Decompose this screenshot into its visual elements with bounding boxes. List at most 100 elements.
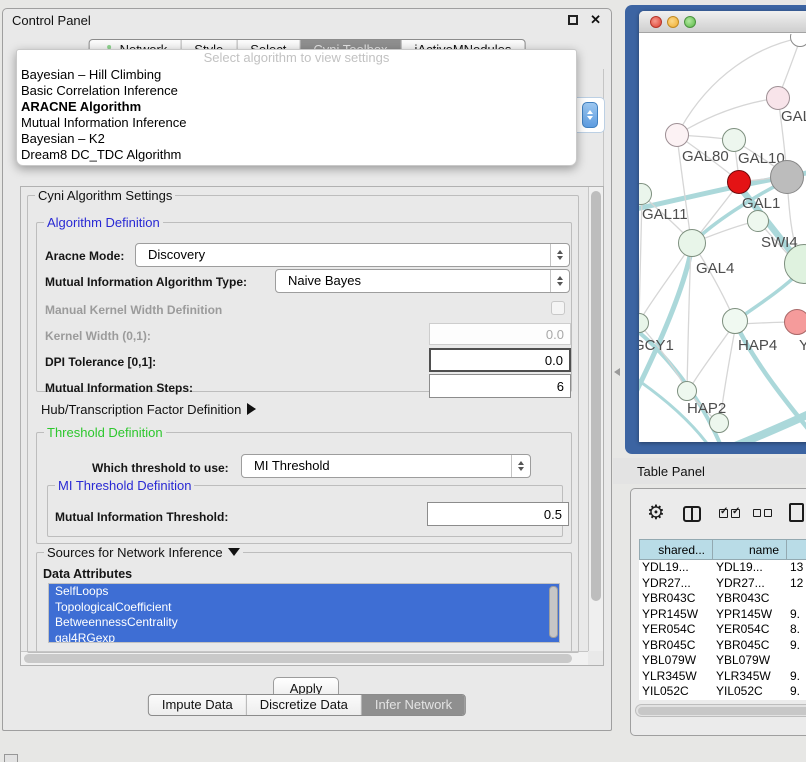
table-cell[interactable]: YPR145W (639, 607, 713, 623)
table-cell[interactable]: 12 (787, 576, 806, 592)
table-cell[interactable]: YIL052C (713, 684, 787, 700)
table-row[interactable]: YDR27...YDR27...12 (639, 576, 806, 592)
table-cell[interactable]: 8. (787, 622, 806, 638)
network-node-hap2[interactable] (677, 381, 697, 401)
aracne-mode-combobox[interactable]: Discovery (135, 243, 570, 267)
network-window-titlebar[interactable] (639, 11, 806, 33)
mi-steps-field[interactable]: 6 (429, 374, 571, 398)
horizontal-scrollbar-thumb[interactable] (24, 654, 572, 663)
network-canvas[interactable]: GALGAL80GAL10GAL1GAL11SWI4GAL4GCY1HAP4YH… (639, 34, 806, 442)
network-node-gal10[interactable] (722, 128, 746, 152)
table-cell[interactable]: YDR27... (713, 576, 787, 592)
bottom-tab-infer-network[interactable]: Infer Network (362, 695, 465, 715)
column-header-name[interactable]: name (713, 539, 787, 560)
column-header-shared[interactable]: shared... (639, 539, 713, 560)
attribute-item-selfloops[interactable]: SelfLoops (49, 584, 559, 600)
network-node-gal[interactable] (766, 86, 790, 110)
table-row[interactable]: YER054CYER054C8. (639, 622, 806, 638)
algorithm-option-bayesian-k2[interactable]: Bayesian – K2 (17, 131, 576, 147)
table-cell[interactable]: 9. (787, 607, 806, 623)
network-node-y[interactable] (784, 309, 806, 335)
document-icon[interactable] (789, 503, 804, 522)
algorithm-option-bayesian-hill-climbing[interactable]: Bayesian – Hill Climbing (17, 67, 576, 83)
close-traffic-light-icon[interactable] (650, 16, 662, 28)
hub-definition-toggle[interactable]: Hub/Transcription Factor Definition (41, 402, 256, 417)
table-cell[interactable]: 9. (787, 684, 806, 700)
table-cell[interactable]: 13 (787, 560, 806, 576)
spinner-arrows-icon[interactable] (550, 244, 569, 266)
column-header-a[interactable]: A (787, 539, 806, 560)
network-node-hap4[interactable] (722, 308, 748, 334)
table-cell[interactable]: YDL19... (713, 560, 787, 576)
which-threshold-combobox[interactable]: MI Threshold (241, 454, 531, 478)
zoom-traffic-light-icon[interactable] (684, 16, 696, 28)
float-panel-icon[interactable] (568, 15, 578, 25)
network-edge[interactable] (690, 323, 735, 388)
attribute-item-gal4rgexp[interactable]: gal4RGexp (49, 631, 559, 644)
data-attributes-list[interactable]: SelfLoopsTopologicalCoefficientBetweenne… (48, 583, 560, 643)
network-node[interactable] (747, 210, 769, 232)
select-all-checkbox-icon[interactable] (731, 509, 740, 518)
algorithm-option-mutual-information-inference[interactable]: Mutual Information Inference (17, 115, 576, 131)
table-cell[interactable]: YBR043C (713, 591, 787, 607)
table-cell[interactable]: YPR145W (713, 607, 787, 623)
table-cell[interactable]: YIL052C (639, 684, 713, 700)
splitter-collapse-icon[interactable] (614, 368, 620, 376)
panel-grip-icon[interactable] (4, 754, 18, 762)
attribute-item-betweennesscentrality[interactable]: BetweennessCentrality (49, 615, 559, 631)
table-row[interactable]: YIL052CYIL052C9. (639, 684, 806, 700)
expanded-arrow-icon[interactable] (228, 548, 240, 556)
table-row[interactable]: YBR043CYBR043C (639, 591, 806, 607)
algorithm-option-aracne-algorithm[interactable]: ARACNE Algorithm (17, 99, 576, 115)
table-cell[interactable] (787, 653, 806, 669)
vertical-scrollbar[interactable] (588, 187, 603, 651)
horizontal-scrollbar[interactable] (21, 651, 588, 665)
manual-kernel-checkbox[interactable] (551, 301, 565, 315)
table-cell[interactable]: YLR345W (713, 669, 787, 685)
network-node-gal4[interactable] (678, 229, 706, 257)
network-node-gal1[interactable] (727, 170, 751, 194)
table-cell[interactable] (787, 591, 806, 607)
table-cell[interactable]: YDR27... (639, 576, 713, 592)
gear-icon[interactable]: ⚙ (647, 500, 665, 525)
columns-icon[interactable] (683, 506, 701, 522)
table-cell[interactable]: YLR345W (639, 669, 713, 685)
bottom-tab-impute-data[interactable]: Impute Data (149, 695, 247, 715)
mi-threshold-field[interactable]: 0.5 (427, 502, 569, 526)
vertical-scrollbar-thumb[interactable] (591, 191, 601, 601)
spinner-arrows-icon[interactable] (511, 455, 530, 477)
table-cell[interactable]: YBR045C (639, 638, 713, 654)
spinner-arrows-icon[interactable] (550, 270, 569, 292)
table-row[interactable]: YLR345WYLR345W9. (639, 669, 806, 685)
table-cell[interactable]: YBL079W (639, 653, 713, 669)
network-edge[interactable] (694, 245, 734, 319)
table-row[interactable]: YPR145WYPR145W9. (639, 607, 806, 623)
sources-group-label[interactable]: Sources for Network Inference (44, 545, 243, 560)
network-node[interactable] (709, 413, 729, 433)
algorithm-option-basic-correlation-inference[interactable]: Basic Correlation Inference (17, 83, 576, 99)
network-node[interactable] (770, 160, 804, 194)
table-cell[interactable]: YDL19... (639, 560, 713, 576)
minimize-traffic-light-icon[interactable] (667, 16, 679, 28)
select-all-checkbox-icon[interactable] (719, 509, 728, 518)
table-scrollbar-thumb[interactable] (638, 707, 806, 715)
combo-spinner-icon[interactable] (582, 102, 598, 128)
table-cell[interactable]: 9. (787, 669, 806, 685)
network-node-gal80[interactable] (665, 123, 689, 147)
table-cell[interactable]: YBR045C (713, 638, 787, 654)
table-cell[interactable]: YBR043C (639, 591, 713, 607)
table-cell[interactable]: YER054C (713, 622, 787, 638)
attribute-item-topologicalcoefficient[interactable]: TopologicalCoefficient (49, 600, 559, 616)
close-icon[interactable]: ✕ (590, 12, 601, 28)
table-row[interactable]: YDL19...YDL19...13 (639, 560, 806, 576)
table-row[interactable]: YBL079WYBL079W (639, 653, 806, 669)
collapsed-arrow-icon[interactable] (247, 403, 256, 415)
algorithm-option-dream8-dc-tdc-algorithm[interactable]: Dream8 DC_TDC Algorithm (17, 147, 576, 163)
table-cell[interactable]: YBL079W (713, 653, 787, 669)
table-cell[interactable]: YER054C (639, 622, 713, 638)
table-horizontal-scrollbar[interactable] (635, 704, 806, 717)
bottom-tab-discretize-data[interactable]: Discretize Data (247, 695, 362, 715)
kernel-width-field[interactable]: 0.0 (429, 323, 571, 345)
unselect-all-checkbox-icon[interactable] (753, 509, 761, 517)
unselect-all-checkbox-icon[interactable] (764, 509, 772, 517)
